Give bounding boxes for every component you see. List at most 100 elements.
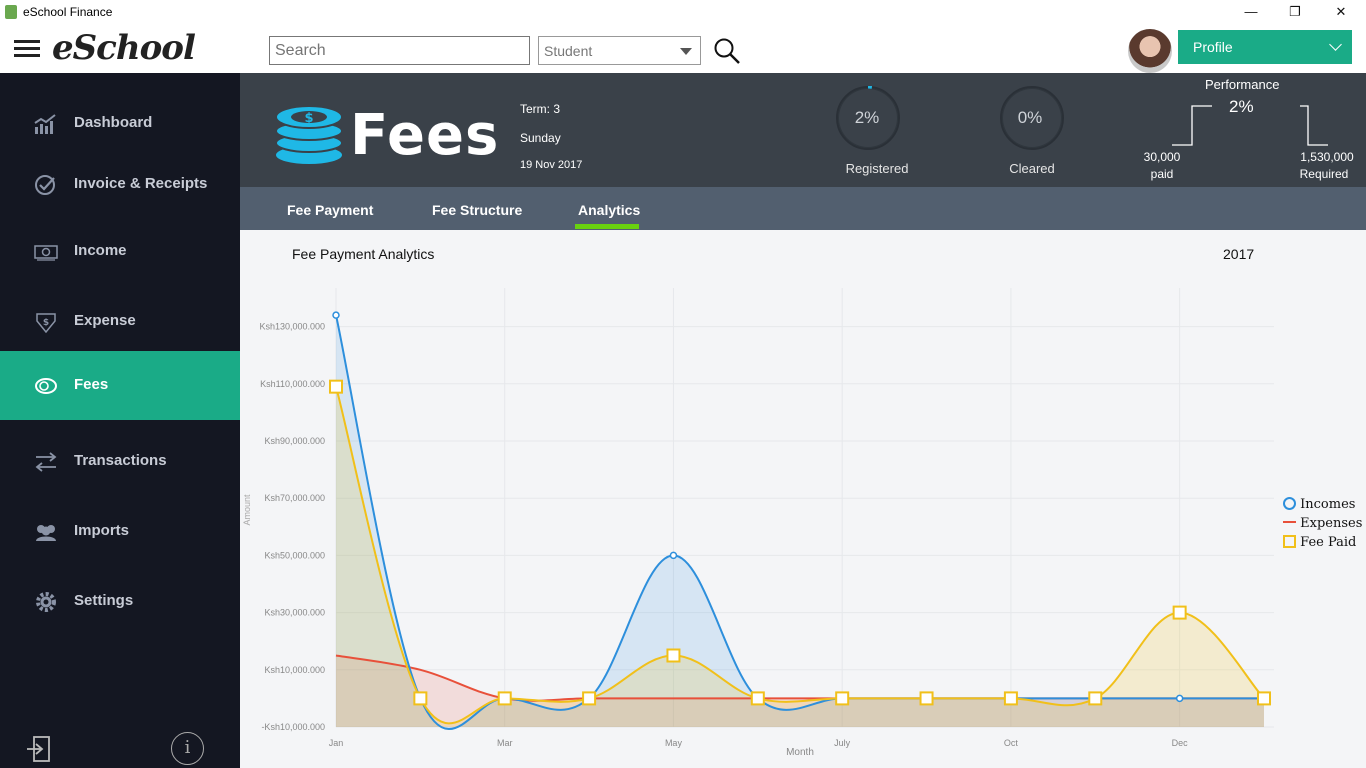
app-header: eSchool Student Profile	[0, 24, 1366, 73]
sidebar-item-label: Fees	[74, 376, 109, 393]
paid-label: paid	[1150, 167, 1174, 181]
check-circle-icon	[35, 175, 55, 195]
x-tick-label: Oct	[1004, 738, 1019, 748]
x-tick-label: Mar	[497, 738, 513, 748]
sidebar-item-income[interactable]: Income	[0, 217, 240, 286]
tab-fee-payment[interactable]: Fee Payment	[287, 202, 373, 218]
info-icon[interactable]: i	[171, 732, 204, 765]
series-fee-paid-point	[1003, 691, 1018, 706]
y-tick-label: -Ksh10,000.000	[261, 722, 325, 732]
y-tick-label: Ksh90,000.000	[264, 436, 325, 446]
series-fee-paid-point	[919, 691, 934, 706]
legend-expenses[interactable]: Expenses	[1283, 516, 1362, 531]
x-tick-label: May	[665, 738, 683, 748]
chevron-down-icon	[1329, 38, 1342, 51]
series-fee-paid-point	[497, 691, 512, 706]
date-label: 19 Nov 2017	[520, 159, 583, 171]
y-tick-label: Ksh10,000.000	[264, 665, 325, 675]
hamburger-menu-icon[interactable]	[14, 40, 40, 58]
legend-fee-paid[interactable]: Fee Paid	[1283, 535, 1356, 550]
active-tab-indicator	[575, 224, 639, 229]
search-icon[interactable]	[713, 37, 741, 65]
required-label: Required	[1299, 167, 1349, 181]
series-fee-paid-point	[1088, 691, 1103, 706]
sidebar-item-expense[interactable]: $ Expense	[0, 287, 240, 356]
coins-stack-icon: $	[275, 105, 343, 164]
minimize-button[interactable]: —	[1228, 2, 1274, 22]
tab-fee-structure[interactable]: Fee Structure	[432, 202, 522, 218]
money-icon	[34, 245, 58, 261]
y-tick-label: Ksh70,000.000	[264, 493, 325, 503]
series-fee-paid-area	[336, 386, 1264, 727]
sidebar-item-label: Invoice & Receipts	[74, 175, 208, 192]
dropdown-arrow-icon	[680, 48, 692, 55]
series-fee-paid-point	[835, 691, 850, 706]
close-button[interactable]: ✕	[1318, 2, 1364, 22]
tab-bar	[240, 187, 1366, 230]
chart-icon	[34, 114, 56, 134]
cleared-value: 0%	[1017, 108, 1043, 127]
series-fee-paid-point	[1172, 605, 1187, 620]
series-fee-paid-point	[413, 691, 428, 706]
sidebar-item-transactions[interactable]: Transactions	[0, 427, 240, 496]
legend-expenses-marker	[1283, 521, 1296, 523]
analytics-title: Fee Payment Analytics	[292, 246, 435, 262]
sidebar-item-label: Dashboard	[74, 114, 153, 131]
fee-payment-chart: -Ksh10,000.000 Ksh10,000.000 Ksh30,000.000…	[242, 288, 1274, 758]
legend-incomes-label: Incomes	[1300, 497, 1356, 512]
legend-incomes[interactable]: Incomes	[1283, 497, 1355, 512]
series-fee-paid-point	[582, 691, 597, 706]
shield-dollar-icon: $	[36, 313, 56, 333]
search-input[interactable]	[269, 36, 530, 65]
performance-label: Performance	[1205, 77, 1280, 92]
performance-bracket	[1172, 105, 1328, 146]
arrows-exchange-icon	[35, 452, 57, 472]
legend-fee-paid-marker	[1283, 535, 1296, 548]
sidebar-item-label: Income	[74, 242, 127, 259]
filter-select[interactable]: Student	[538, 36, 701, 65]
svg-text:$: $	[43, 318, 49, 328]
sidebar-item-label: Settings	[74, 592, 134, 609]
analytics-year: 2017	[1223, 246, 1255, 262]
day-label: Sunday	[520, 131, 561, 145]
legend-expenses-label: Expenses	[1300, 516, 1363, 531]
series-fee-paid-point	[1257, 691, 1271, 706]
legend-incomes-marker	[1283, 497, 1296, 510]
sidebar-item-settings[interactable]: Settings	[0, 567, 240, 636]
legend-fee-paid-label: Fee Paid	[1300, 535, 1357, 550]
maximize-button[interactable]: ❐	[1272, 2, 1318, 22]
logout-icon[interactable]	[26, 735, 52, 763]
sidebar-item-invoice-receipts[interactable]: Invoice & Receipts	[0, 150, 240, 219]
page-title: Fees	[350, 103, 500, 168]
tab-analytics[interactable]: Analytics	[578, 202, 640, 218]
profile-label: Profile	[1193, 39, 1233, 55]
svg-text:$: $	[304, 111, 313, 126]
user-avatar[interactable]	[1128, 29, 1172, 73]
sidebar-item-dashboard[interactable]: Dashboard	[0, 89, 240, 158]
x-axis-label: Month	[786, 747, 814, 758]
users-icon	[36, 525, 56, 541]
sidebar-item-fees[interactable]: Fees	[0, 351, 240, 420]
filter-select-value: Student	[544, 43, 593, 59]
registered-value: 2%	[854, 108, 880, 127]
window-titlebar: eSchool Finance — ❐ ✕	[0, 0, 1366, 24]
app-logo: eSchool	[52, 28, 196, 68]
term-label: Term: 3	[520, 102, 561, 116]
required-amount: 1,530,000	[1300, 150, 1354, 164]
series-fee-paid-point	[666, 648, 681, 663]
coins-icon	[35, 378, 57, 394]
series-fee-paid-point	[750, 691, 765, 706]
profile-button[interactable]: Profile	[1178, 30, 1352, 64]
sidebar-item-label: Expense	[74, 312, 136, 329]
series-incomes-point	[1175, 694, 1184, 703]
gear-icon	[36, 592, 56, 612]
sidebar-item-label: Imports	[74, 522, 130, 539]
x-tick-label: Jan	[329, 738, 344, 748]
cleared-label: Cleared	[1009, 161, 1055, 176]
paid-amount: 30,000	[1143, 150, 1181, 164]
sidebar-item-label: Transactions	[74, 452, 167, 469]
series-incomes-point	[332, 311, 340, 319]
app-icon	[5, 5, 17, 19]
x-tick-label: Dec	[1172, 738, 1189, 748]
sidebar-item-imports[interactable]: Imports	[0, 497, 240, 566]
